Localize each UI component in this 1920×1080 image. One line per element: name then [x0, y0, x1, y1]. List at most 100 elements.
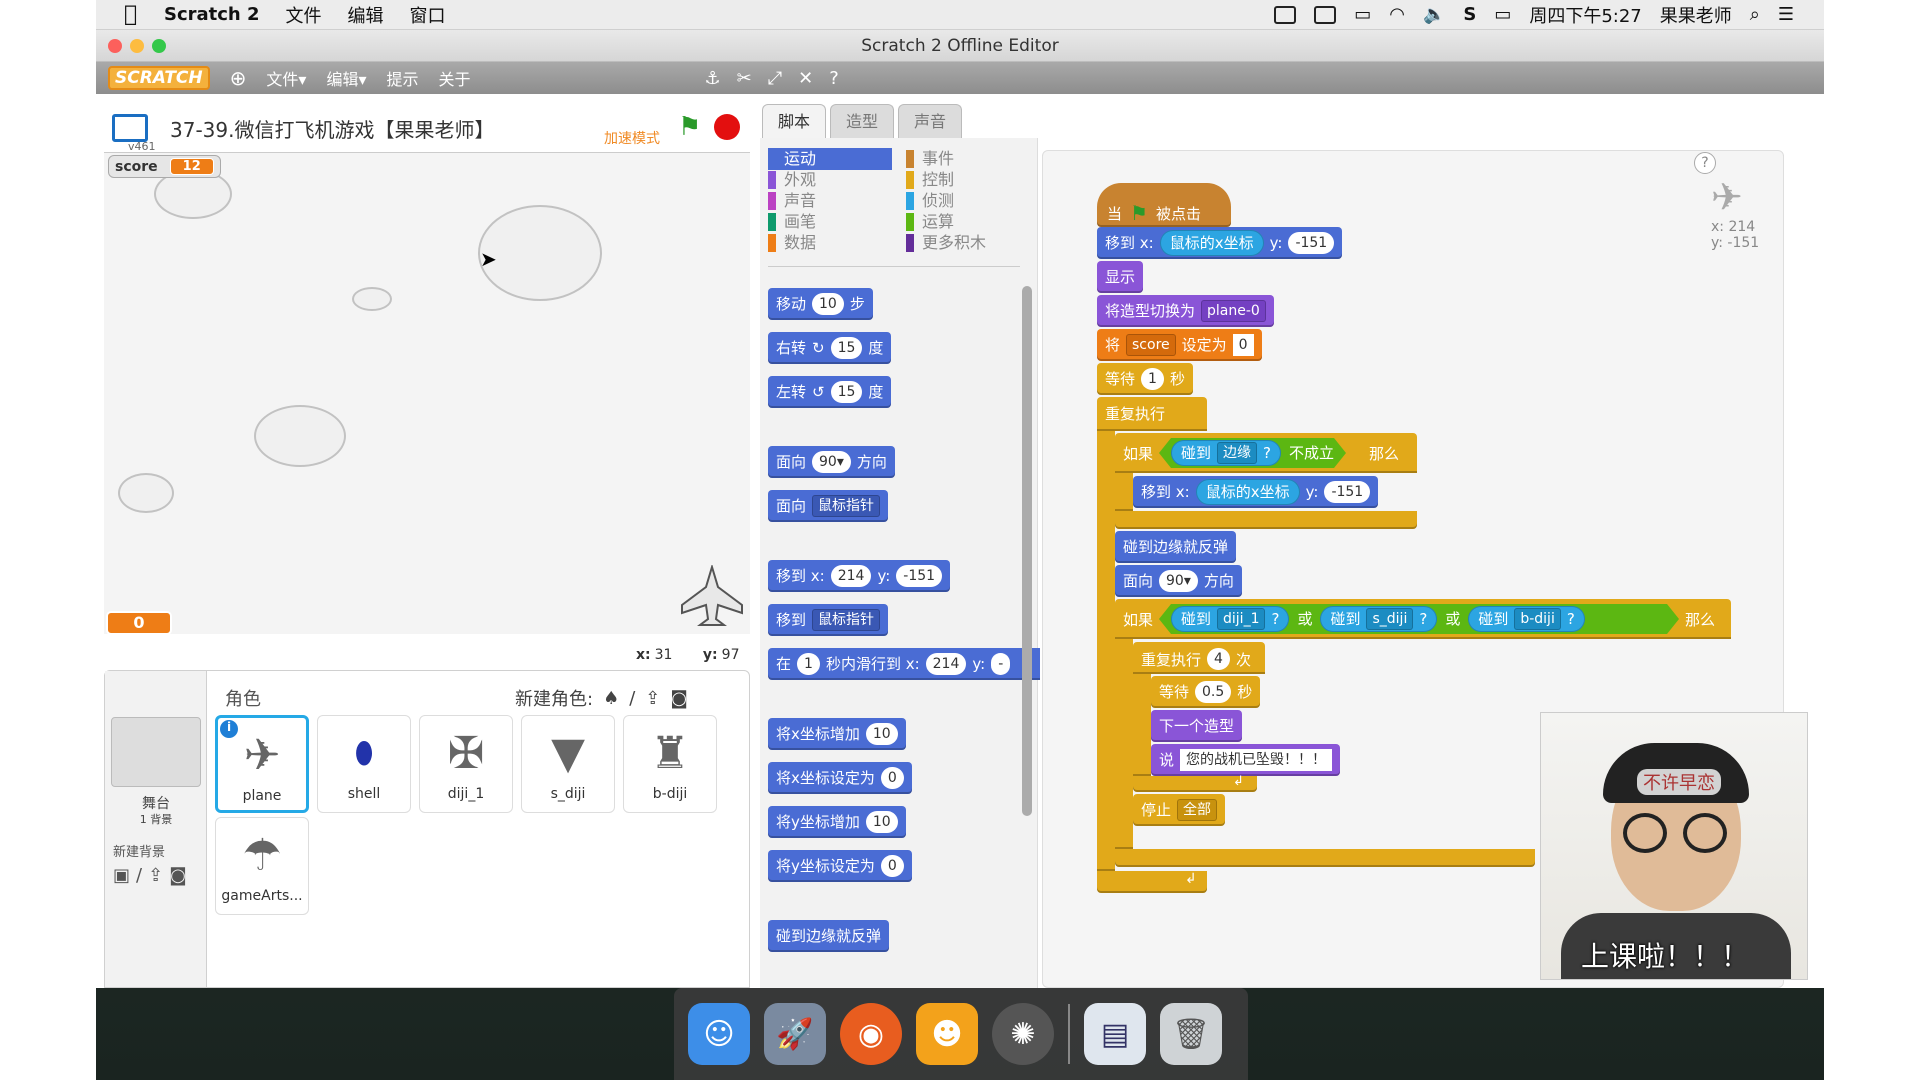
minimize-window-button[interactable]	[130, 39, 144, 53]
block-point-towards[interactable]: 面向 鼠标指针	[768, 490, 889, 522]
finder-icon[interactable]: ☺	[688, 1003, 750, 1065]
block-change-y[interactable]: 将y坐标增加 10	[768, 806, 906, 838]
sprite-tile-shell[interactable]: ⬮ shell	[317, 715, 411, 813]
battery-icon[interactable]: ▭	[1494, 4, 1511, 25]
project-title[interactable]: 37-39.微信打飞机游戏【果果老师】	[170, 114, 494, 143]
grid-icon[interactable]	[1314, 5, 1337, 24]
plane-sprite[interactable]	[680, 565, 744, 629]
script-wait-1[interactable]: 等待 1 秒	[1097, 363, 1193, 395]
spotlight-icon[interactable]: ⌕	[1750, 4, 1760, 25]
tab-costumes[interactable]: 造型	[830, 104, 894, 138]
scratch-logo[interactable]: SCRATCH	[108, 66, 210, 90]
tab-sounds[interactable]: 声音	[898, 104, 962, 138]
stage-thumbnail[interactable]	[111, 717, 201, 787]
close-window-button[interactable]	[108, 39, 122, 53]
block-goto-target[interactable]: 移到 鼠标指针	[768, 604, 889, 636]
category-events[interactable]: 事件	[906, 148, 1026, 170]
help-icon[interactable]: ?	[1694, 152, 1716, 174]
script-forever[interactable]: 重复执行	[1097, 397, 1207, 431]
camera-icon[interactable]: ◙	[169, 865, 186, 886]
block-glide[interactable]: 在 1 秒内滑行到 x: 214 y: -	[768, 648, 1040, 680]
script-inner-goto[interactable]: 移到 x: 鼠标的x坐标 y: -151	[1133, 476, 1379, 508]
script-if-not-touching-edge[interactable]: 如果 碰到 边缘? 不成立 那么	[1115, 433, 1417, 473]
trash-icon[interactable]: 🗑	[1160, 1003, 1222, 1065]
sprite-library-icon[interactable]: ♠	[603, 688, 619, 709]
help-tool-icon[interactable]: ?	[829, 68, 839, 89]
airplay-icon[interactable]: ▭	[1354, 4, 1371, 25]
menu-edit[interactable]: 编辑	[348, 2, 384, 28]
app-menu[interactable]: Scratch 2	[164, 4, 260, 25]
sprite-tile-diji-1[interactable]: ✠ diji_1	[419, 715, 513, 813]
photo-slideshow-icon[interactable]: ✺	[992, 1003, 1054, 1065]
s-app-icon[interactable]: S	[1463, 4, 1476, 25]
script-repeat-4[interactable]: 重复执行 4 次	[1133, 642, 1265, 674]
fullscreen-icon[interactable]	[112, 114, 148, 142]
zoom-window-button[interactable]	[152, 39, 166, 53]
script-say[interactable]: 说您的战机已坠毁！！！	[1151, 744, 1341, 776]
when-flag-clicked-block[interactable]: 当 ⚑ 被点击	[1097, 183, 1231, 227]
upload-icon[interactable]: ⇪	[148, 865, 163, 886]
script-switch-costume[interactable]: 将造型切换为 plane-0	[1097, 295, 1274, 327]
notification-icon[interactable]: ☰	[1778, 4, 1794, 25]
scratch-app-icon[interactable]: ☻	[916, 1003, 978, 1065]
wifi-icon[interactable]: ◠	[1389, 4, 1405, 25]
script-point-direction[interactable]: 面向 90▾ 方向	[1115, 565, 1242, 597]
palette-scrollbar[interactable]	[1022, 286, 1032, 816]
block-set-y[interactable]: 将y坐标设定为 0	[768, 850, 912, 882]
info-icon[interactable]: i	[220, 720, 238, 738]
sprite-tile-s-diji[interactable]: ▼ s_diji	[521, 715, 615, 813]
category-pen[interactable]: 画笔	[768, 211, 888, 233]
sprite-tile-gamearts[interactable]: ☂ gameArts...	[215, 817, 309, 915]
duplicate-tool-icon[interactable]: ⚓	[705, 68, 721, 89]
launchpad-icon[interactable]: 🚀	[764, 1003, 826, 1065]
toolbar-about-menu[interactable]: 关于	[439, 66, 471, 90]
block-change-x[interactable]: 将x坐标增加 10	[768, 718, 906, 750]
volume-icon[interactable]: 🔈	[1423, 4, 1445, 25]
language-icon[interactable]: ⊕	[230, 66, 247, 90]
script-goto-mouse-x[interactable]: 移到 x: 鼠标的x坐标 y: -151	[1097, 227, 1343, 259]
category-data[interactable]: 数据	[768, 232, 888, 254]
block-move-steps[interactable]: 移动 10 步	[768, 288, 873, 320]
category-sensing[interactable]: 侦测	[906, 190, 1026, 212]
script-if-touching-enemies[interactable]: 如果 碰到 diji_1? 或 碰到 s_diji? 或 碰到 b-diji? 那么	[1115, 599, 1731, 639]
upload-icon[interactable]: ⇪	[645, 688, 660, 709]
script-show[interactable]: 显示	[1097, 261, 1144, 293]
category-control[interactable]: 控制	[906, 169, 1026, 191]
tab-scripts[interactable]: 脚本	[762, 104, 826, 138]
block-goto-xy[interactable]: 移到 x: 214 y: -151	[768, 560, 951, 592]
script-stop-all[interactable]: 停止 全部	[1133, 794, 1226, 826]
grow-tool-icon[interactable]: ⤢	[768, 68, 782, 89]
toolbar-edit-menu[interactable]: 编辑▾	[326, 66, 366, 90]
category-sound[interactable]: 声音	[768, 190, 888, 212]
category-looks[interactable]: 外观	[768, 169, 888, 191]
block-set-x[interactable]: 将x坐标设定为 0	[768, 762, 912, 794]
block-turn-right[interactable]: 右转 ↻ 15 度	[768, 332, 892, 364]
category-more-blocks[interactable]: 更多积木	[906, 232, 1026, 254]
menu-window[interactable]: 窗口	[410, 2, 446, 28]
paint-brush-icon[interactable]: /	[136, 865, 142, 886]
sprite-tile-plane[interactable]: i ✈ plane	[215, 715, 309, 813]
menu-file[interactable]: 文件	[286, 2, 322, 28]
script-bounce[interactable]: 碰到边缘就反弹	[1115, 531, 1237, 563]
script-wait-0-5[interactable]: 等待 0.5 秒	[1151, 676, 1261, 708]
category-motion[interactable]: 运动	[768, 148, 892, 170]
block-turn-left[interactable]: 左转 ↺ 15 度	[768, 376, 892, 408]
firefox-icon[interactable]: ◉	[840, 1003, 902, 1065]
sprite-tile-b-diji[interactable]: ♜ b-diji	[623, 715, 717, 813]
script-next-costume[interactable]: 下一个造型	[1151, 710, 1243, 742]
block-bounce[interactable]: 碰到边缘就反弹	[768, 920, 890, 952]
document-icon[interactable]: ▤	[1084, 1003, 1146, 1065]
clock[interactable]: 周四下午5:27	[1529, 2, 1641, 28]
toolbar-tips-menu[interactable]: 提示	[387, 66, 419, 90]
green-flag-icon[interactable]: ⚑	[678, 112, 701, 142]
apple-icon[interactable]: 	[124, 2, 154, 27]
delete-tool-icon[interactable]: ✂	[737, 68, 752, 89]
stop-sign-icon[interactable]	[714, 114, 740, 140]
score-monitor[interactable]: score 12	[108, 155, 221, 178]
paint-brush-icon[interactable]: /	[629, 688, 635, 709]
script-set-score[interactable]: 将 score 设定为 0	[1097, 329, 1262, 361]
block-point-direction[interactable]: 面向 90▾ 方向	[768, 446, 895, 478]
screen-record-icon[interactable]	[1274, 5, 1297, 24]
toolbar-file-menu[interactable]: 文件▾	[266, 66, 306, 90]
shrink-tool-icon[interactable]: ✕	[798, 68, 813, 89]
